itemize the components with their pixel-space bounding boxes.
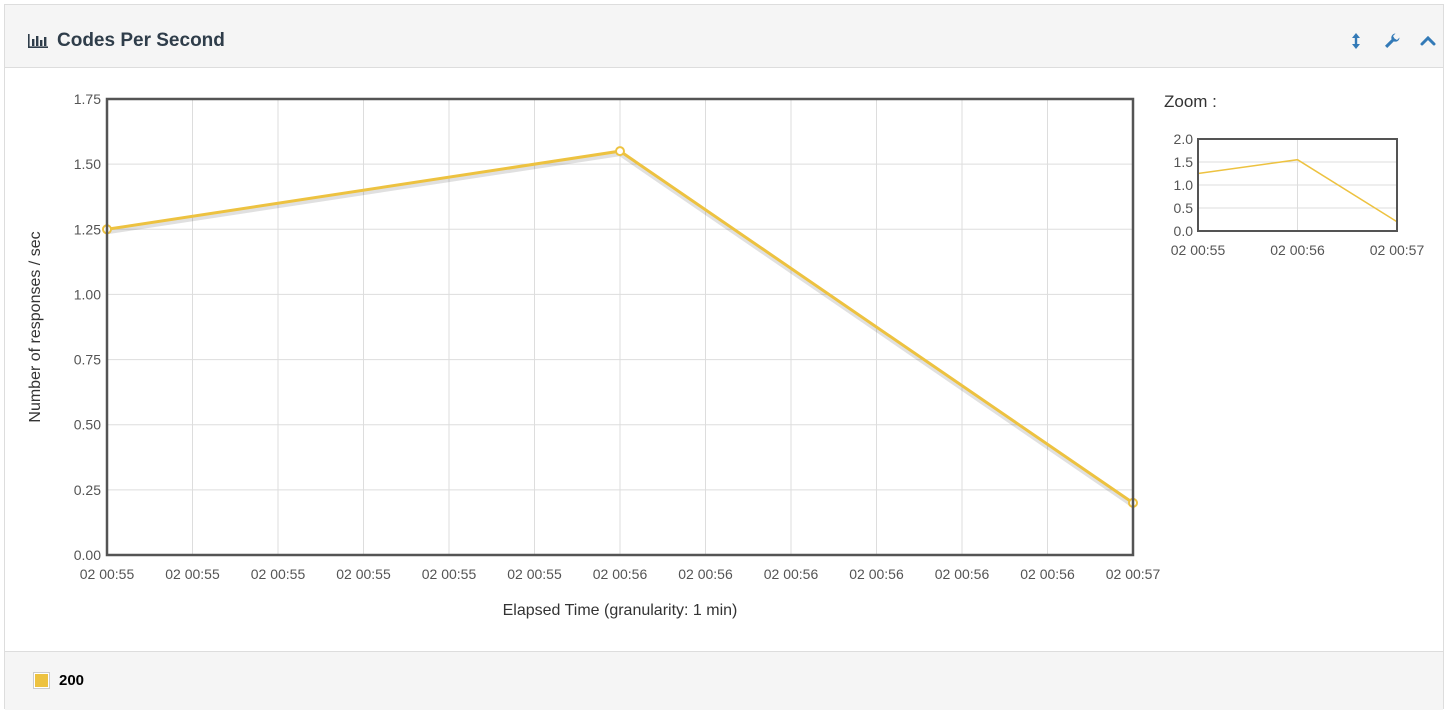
- y-tick-label: 0.75: [74, 352, 101, 368]
- x-tick-label: 02 00:56: [935, 566, 990, 582]
- y-tick-label: 1.00: [74, 286, 101, 302]
- y-tick-label: 0.00: [74, 547, 101, 563]
- y-tick-label: 1.50: [74, 156, 101, 172]
- y-tick-label: 0.25: [74, 482, 101, 498]
- x-tick-label: 02 00:55: [507, 566, 562, 582]
- x-tick-label: 02 00:56: [678, 566, 733, 582]
- x-axis-label: Elapsed Time (granularity: 1 min): [503, 602, 738, 619]
- main-grid: [106, 98, 1134, 556]
- y-axis-label: Number of responses / sec: [27, 231, 44, 422]
- y-tick-label: 0.50: [74, 417, 101, 433]
- x-tick-labels: 02 00:55 02 00:55 02 00:55 02 00:55 02 00:55…: [80, 566, 1161, 582]
- x-tick-label: 02 00:56: [764, 566, 819, 582]
- data-point[interactable]: [615, 146, 625, 157]
- x-tick-label: 02 00:56: [593, 566, 648, 582]
- x-tick-label: 02 00:55: [422, 566, 477, 582]
- y-tick-label: 1.75: [74, 91, 101, 107]
- x-tick-label: 02 00:55: [336, 566, 391, 582]
- x-tick-label: 02 00:55: [165, 566, 220, 582]
- x-tick-label: 02 00:56: [1020, 566, 1075, 582]
- zoom-title: Zoom :: [1164, 92, 1217, 111]
- x-tick-label: 02 00:56: [849, 566, 904, 582]
- y-tick-label: 1.25: [74, 221, 101, 237]
- x-tick-label: 02 00:55: [251, 566, 306, 582]
- x-tick-label: 02 00:57: [1106, 566, 1161, 582]
- y-tick-labels: 0.00 0.25 0.50 0.75 1.00 1.25 1.50 1.75: [74, 91, 101, 563]
- main-chart[interactable]: 0.00 0.25 0.50 0.75 1.00 1.25 1.50 1.75 02 00:5…: [0, 0, 1444, 709]
- x-tick-label: 02 00:55: [80, 566, 135, 582]
